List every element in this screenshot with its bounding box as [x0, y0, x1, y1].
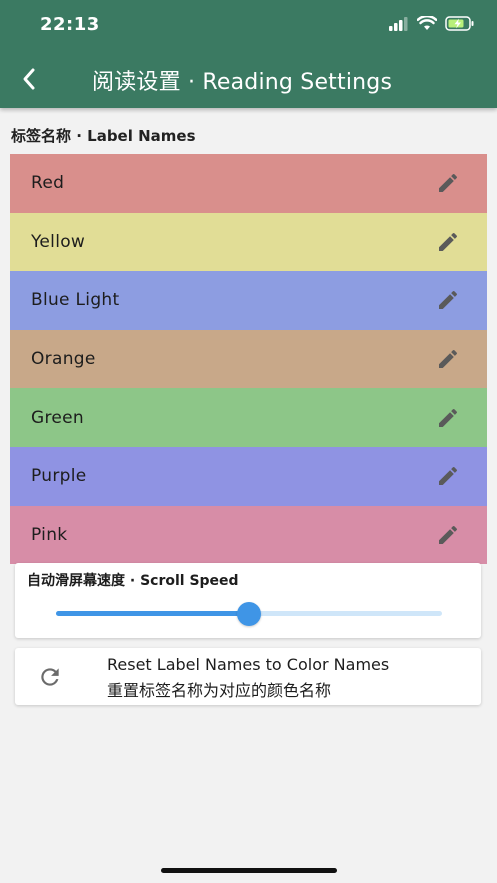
slider-thumb[interactable]: [237, 602, 261, 626]
edit-label-button[interactable]: [433, 520, 463, 550]
reset-label-zh: 重置标签名称为对应的颜色名称: [107, 681, 332, 700]
label-name: Blue Light: [31, 290, 120, 311]
label-row-red[interactable]: Red: [10, 154, 487, 213]
pencil-icon: [439, 232, 458, 251]
label-row-blue-light[interactable]: Blue Light: [10, 271, 487, 330]
page-title: 阅读设置 · Reading Settings: [92, 70, 393, 95]
label-names-heading: 标签名称 · Label Names: [11, 127, 196, 145]
pencil-icon: [439, 467, 458, 486]
status-time: 22:13: [40, 14, 100, 35]
slider-fill: [56, 611, 249, 616]
pencil-icon: [439, 291, 458, 310]
scroll-speed-heading: 自动滑屏幕速度 · Scroll Speed: [27, 573, 239, 589]
scroll-speed-card: 自动滑屏幕速度 · Scroll Speed: [15, 563, 481, 638]
label-names-list: Red Yellow Blue Light Orange Green Purpl…: [10, 154, 487, 565]
battery-charging-icon: [445, 16, 474, 31]
label-name: Green: [31, 407, 84, 428]
label-row-yellow[interactable]: Yellow: [10, 212, 487, 272]
edit-label-button[interactable]: [433, 344, 463, 374]
app-bar: 22:13 阅读设置 · Reading Settings: [0, 0, 497, 108]
wifi-icon: [417, 16, 437, 30]
label-name: Red: [31, 173, 65, 194]
label-name: Orange: [31, 349, 96, 370]
reset-label-names-button[interactable]: Reset Label Names to Color Names 重置标签名称为…: [15, 648, 481, 705]
edit-label-button[interactable]: [433, 403, 463, 433]
label-row-purple[interactable]: Purple: [10, 446, 487, 506]
edit-label-button[interactable]: [433, 168, 463, 198]
edit-label-button[interactable]: [433, 227, 463, 257]
back-button[interactable]: [12, 62, 46, 96]
pencil-icon: [439, 408, 458, 427]
edit-label-button[interactable]: [433, 461, 463, 491]
chevron-left-icon: [23, 68, 35, 90]
refresh-icon: [41, 668, 59, 686]
edit-label-button[interactable]: [433, 285, 463, 315]
label-row-pink[interactable]: Pink: [10, 505, 487, 565]
pencil-icon: [439, 525, 458, 544]
label-name: Purple: [31, 466, 87, 487]
label-name: Pink: [31, 524, 68, 545]
pencil-icon: [439, 350, 458, 369]
label-row-orange[interactable]: Orange: [10, 329, 487, 389]
scroll-speed-slider[interactable]: [56, 602, 442, 626]
reset-label-en: Reset Label Names to Color Names: [107, 655, 390, 674]
pencil-icon: [439, 174, 458, 193]
status-icons: [389, 16, 475, 31]
label-name: Yellow: [31, 231, 86, 252]
home-indicator: [161, 868, 337, 873]
label-row-green[interactable]: Green: [10, 388, 487, 447]
signal-icon: [389, 16, 408, 31]
